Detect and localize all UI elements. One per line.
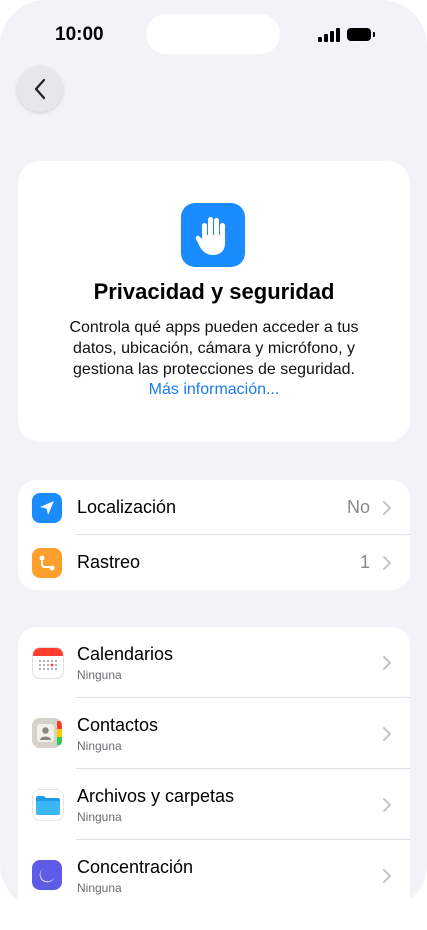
privacy-header-card: Privacidad y seguridad Controla qué apps…	[18, 161, 410, 442]
row-calendarios[interactable]: Calendarios Ninguna	[18, 627, 410, 697]
status-bar: 10:00	[0, 0, 427, 70]
learn-more-link[interactable]: Más información...	[18, 381, 410, 399]
row-localizacion[interactable]: Localización No	[18, 480, 410, 536]
row-label: Contactos	[77, 715, 159, 735]
permissions-group: Calendarios Ninguna Contactos Ninguna Ar…	[18, 627, 410, 910]
row-value: 1	[359, 552, 370, 572]
chevron-right-icon	[383, 869, 391, 883]
tracking-icon	[32, 548, 62, 578]
chevron-right-icon	[383, 727, 391, 741]
row-sublabel: Ninguna	[77, 739, 122, 753]
battery-icon	[347, 28, 371, 41]
location-tracking-group: Localización No Rastreo 1	[18, 480, 410, 590]
moon-icon	[32, 860, 62, 890]
chevron-right-icon	[383, 798, 391, 812]
row-label: Localización	[77, 497, 177, 517]
row-contactos[interactable]: Contactos Ninguna	[18, 698, 410, 768]
back-button[interactable]	[17, 66, 63, 112]
chevron-right-icon	[383, 656, 391, 670]
row-label: Concentración	[77, 857, 194, 877]
dynamic-island	[146, 14, 280, 54]
folder-icon	[32, 789, 64, 821]
page-description: Controla qué apps pueden acceder a tus d…	[69, 319, 359, 378]
row-sublabel: Ninguna	[77, 810, 122, 824]
contacts-icon	[32, 718, 62, 748]
row-rastreo[interactable]: Rastreo 1	[18, 535, 410, 590]
chevron-left-icon	[34, 78, 46, 100]
signal-icon	[318, 28, 340, 42]
calendar-icon	[32, 647, 64, 679]
row-label: Archivos y carpetas	[77, 786, 235, 806]
chevron-right-icon	[383, 501, 391, 515]
battery-tip	[373, 32, 375, 37]
row-label: Rastreo	[77, 552, 141, 572]
row-label: Calendarios	[77, 644, 174, 664]
location-arrow-icon	[32, 493, 62, 523]
row-concentracion[interactable]: Concentración Ninguna	[18, 840, 410, 910]
hand-raised-icon	[181, 203, 245, 267]
status-time: 10:00	[55, 24, 104, 45]
row-archivos[interactable]: Archivos y carpetas Ninguna	[18, 769, 410, 839]
row-sublabel: Ninguna	[77, 668, 122, 682]
phone-screen: 10:00 Privacidad y seguridad Controla qu…	[0, 0, 427, 910]
row-sublabel: Ninguna	[77, 881, 122, 895]
row-value: No	[346, 497, 370, 517]
page-title: Privacidad y seguridad	[93, 279, 335, 304]
chevron-right-icon	[383, 556, 391, 570]
